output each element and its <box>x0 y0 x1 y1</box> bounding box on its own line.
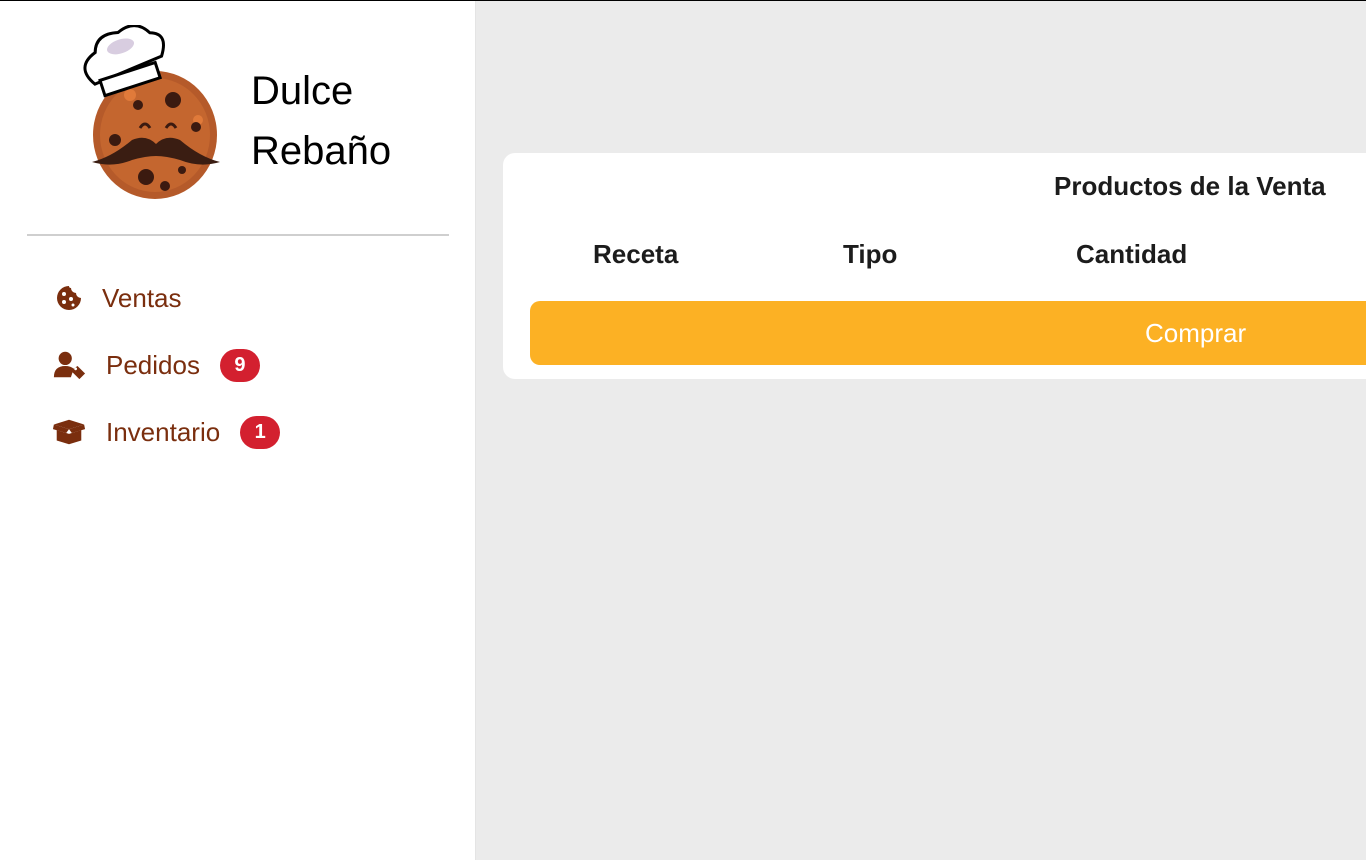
comprar-button[interactable]: Comprar <box>530 301 1366 365</box>
brand-header: Dulce Rebaño <box>0 1 476 234</box>
column-header-tipo: Tipo <box>843 239 898 269</box>
card-title: Productos de la Venta <box>1054 171 1326 201</box>
sidebar-divider <box>27 234 449 236</box>
column-header-cantidad: Cantidad <box>1076 239 1188 269</box>
sidebar-item-label: Pedidos <box>106 349 200 380</box>
sidebar-item-label: Ventas <box>102 282 182 313</box>
inventario-count-badge: 1 <box>240 415 281 449</box>
sidebar: Dulce Rebaño Ventas Pedidos 9 Inventario… <box>0 1 476 860</box>
cookie-icon <box>52 283 86 313</box>
brand-name-line2: Rebaño <box>251 129 392 173</box>
pedidos-count-badge: 9 <box>219 348 260 382</box>
user-tag-icon <box>52 350 86 380</box>
brand-name-line1: Dulce <box>251 69 354 113</box>
cookie-chef-logo <box>83 25 220 199</box>
column-header-receta: Receta <box>593 239 679 269</box>
box-open-icon <box>52 417 86 447</box>
sale-products-card: Productos de la Venta Receta Tipo Cantid… <box>503 153 1366 379</box>
sidebar-item-ventas[interactable]: Ventas <box>52 276 182 320</box>
sidebar-item-label: Inventario <box>106 416 221 447</box>
sidebar-item-pedidos[interactable]: Pedidos 9 <box>52 343 260 387</box>
sidebar-item-inventario[interactable]: Inventario 1 <box>52 410 281 454</box>
brand-name: Dulce Rebaño <box>251 61 391 181</box>
